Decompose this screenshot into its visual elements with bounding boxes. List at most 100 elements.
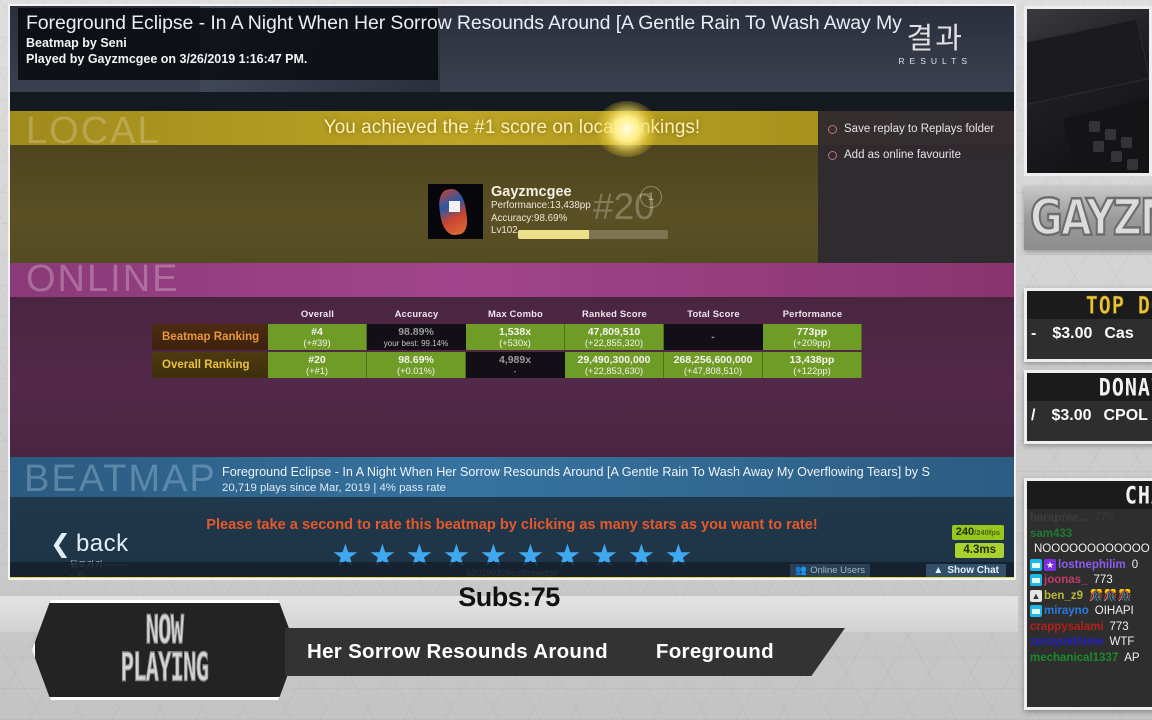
screen-root: Foreground Eclipse - In A Night When Her… xyxy=(0,0,1152,720)
radio-icon[interactable] xyxy=(828,124,837,134)
back-button[interactable]: ❮ back 뒤로가기 ------- ⊙ xyxy=(50,530,129,578)
option-label: Add as online favourite xyxy=(844,149,961,161)
level-progress-bar xyxy=(518,230,668,239)
fps-value: 240 xyxy=(955,526,975,538)
cell-value: 13,438pp xyxy=(789,353,835,366)
row-label: Beatmap Ranking xyxy=(152,324,268,350)
chat-username[interactable]: sam433 xyxy=(1030,527,1072,542)
cell-value: #4 xyxy=(311,325,323,338)
beatmap-stats: 20,719 plays since Mar, 2019 | 4% pass r… xyxy=(222,482,446,494)
channel-logo: GAYZM xyxy=(1024,186,1152,250)
table-cell: 98.69% (+0.01%) xyxy=(367,352,466,378)
online-users-button[interactable]: 👥 Online Users xyxy=(790,564,870,577)
chat-message: harapree... 779 xyxy=(1030,511,1152,526)
donation-amount: $3.00 xyxy=(1051,407,1092,424)
option-save-replay[interactable]: Save replay to Replays folder xyxy=(828,123,1004,135)
chat-heading: CHA xyxy=(1124,480,1152,510)
table-cell: #4 (+#39) xyxy=(268,324,367,350)
channel-logo-text: GAYZM xyxy=(1029,188,1152,248)
subscriber-badge-icon xyxy=(1030,558,1042,571)
chat-message: crappysalami 773 xyxy=(1030,620,1152,635)
cell-delta: - xyxy=(513,366,517,376)
latency-counter: 4.3ms xyxy=(955,543,1004,558)
donation-widget: DONAT / $3.00 CPOL xyxy=(1024,370,1152,444)
cell-value: #20 xyxy=(308,353,326,366)
cell-value: 47,809,510 xyxy=(587,325,641,338)
option-add-favourite[interactable]: Add as online favourite xyxy=(828,149,1004,161)
cell-delta: (+#1) xyxy=(306,365,328,376)
now-playing-track-part2: Foreground xyxy=(655,640,774,663)
cell-value: 98.69% xyxy=(398,353,434,366)
osu-game-window[interactable]: Foreground Eclipse - In A Night When Her… xyxy=(8,4,1016,580)
chat-username[interactable]: joonas_ xyxy=(1044,573,1087,588)
table-cell: 47,809,510 (+22,855,320) xyxy=(565,324,664,350)
column-header: Ranked Score xyxy=(582,308,647,319)
chat-message: zeroyukihime WTF xyxy=(1030,635,1152,650)
ranking-table: Overall Accuracy Max Combo Ranked Score … xyxy=(152,308,862,378)
avatar[interactable] xyxy=(428,184,483,239)
top-donator-name: Cas xyxy=(1104,325,1134,342)
subscriber-badge-icon xyxy=(1030,605,1042,618)
stream-sidebar: GAYZM TOP DO - $3.00 Cas DONAT / $3. xyxy=(1016,0,1152,720)
chat-message: ▲ ben_z9 🎊🎊🎊 xyxy=(1030,589,1152,604)
ranking-table-header: Overall Accuracy Max Combo Ranked Score … xyxy=(152,308,862,322)
chat-text: 773 xyxy=(1109,620,1129,633)
now-playing-badge: NOW PLAYING xyxy=(32,600,297,700)
chat-username[interactable]: crappysalami xyxy=(1030,620,1104,635)
fps-suffix: /240fps xyxy=(974,528,1000,537)
chat-message-list[interactable]: harapree... 779 sam433 NOOOOOOOOOOOO ★ lostne… xyxy=(1027,509,1152,709)
avatar-figure xyxy=(436,187,470,237)
show-chat-label: Show Chat xyxy=(947,565,999,576)
subscriber-badge-icon xyxy=(1030,574,1042,587)
prime-badge-icon: ▲ xyxy=(1030,589,1042,602)
column-header: Max Combo xyxy=(488,308,543,319)
chat-username[interactable]: lostnephilim xyxy=(1058,558,1126,573)
now-playing-line2: PLAYING xyxy=(120,645,209,691)
column-header: Overall xyxy=(300,308,335,319)
table-cell: 4,989x - xyxy=(466,352,565,378)
online-users-label: Online Users xyxy=(810,565,865,576)
cell-value: 773pp xyxy=(796,325,828,338)
cell-value: 29,490,300,000 xyxy=(577,353,651,366)
cell-value: 268,256,600,000 xyxy=(673,353,753,366)
top-donator-row: - $3.00 Cas xyxy=(1031,325,1152,343)
chevron-up-icon: ▲ xyxy=(933,565,944,576)
title-block: Foreground Eclipse - In A Night When Her… xyxy=(18,8,902,80)
column-header: Total Score xyxy=(687,308,740,319)
chat-username[interactable]: harapree... xyxy=(1030,511,1088,526)
top-donator-amount: $3.00 xyxy=(1052,325,1093,342)
row-label: Overall Ranking xyxy=(152,352,268,378)
watermark-online: ONLINE xyxy=(26,258,180,300)
chat-text: AP xyxy=(1124,651,1140,664)
table-cell: 1,538x (+530x) xyxy=(466,324,565,350)
player-accuracy: Accuracy:98.69% xyxy=(491,212,568,224)
results-header: Foreground Eclipse - In A Night When Her… xyxy=(10,6,1014,92)
played-by: Played by Gayzmcgee on 3/26/2019 1:16:47… xyxy=(26,52,308,66)
option-label: Save replay to Replays folder xyxy=(844,123,995,135)
cell-delta: (+209pp) xyxy=(793,337,831,348)
show-chat-button[interactable]: ▲ Show Chat xyxy=(926,564,1006,577)
donation-prefix: / xyxy=(1031,407,1036,424)
cell-value: 1,538x xyxy=(498,325,532,338)
chat-username[interactable]: ben_z9 xyxy=(1044,589,1083,604)
top-donator-heading: TOP DO xyxy=(1085,290,1152,320)
back-button-label: back xyxy=(75,530,129,557)
table-cell: 268,256,600,000 (+47,808,510) xyxy=(664,352,763,378)
chat-message: mirayno OIHAPI xyxy=(1030,604,1152,619)
cell-delta: your best: 99.14% xyxy=(383,338,449,348)
bottom-accent-line xyxy=(10,577,1014,578)
chat-text: 779 xyxy=(1094,512,1114,524)
chat-text: 🎊🎊🎊 xyxy=(1089,589,1132,602)
chat-username[interactable]: mirayno xyxy=(1044,604,1089,619)
chat-username[interactable]: zeroyukihime xyxy=(1030,635,1104,650)
radio-icon[interactable] xyxy=(828,150,837,160)
table-cell: 98.89% your best: 99.14% xyxy=(367,324,466,350)
webcam-keyboard-top xyxy=(1027,18,1149,106)
table-cell: - xyxy=(664,324,763,350)
donation-heading: DONAT xyxy=(1098,372,1152,402)
chat-text: 773 xyxy=(1093,574,1113,586)
chat-widget[interactable]: CHA harapree... 779 sam433NOOOOOOOOOOOO ★lo… xyxy=(1024,478,1152,710)
webcam-feed xyxy=(1024,6,1152,176)
chat-username[interactable]: mechanical1337 xyxy=(1030,651,1118,666)
donation-name: CPOL xyxy=(1103,407,1148,424)
